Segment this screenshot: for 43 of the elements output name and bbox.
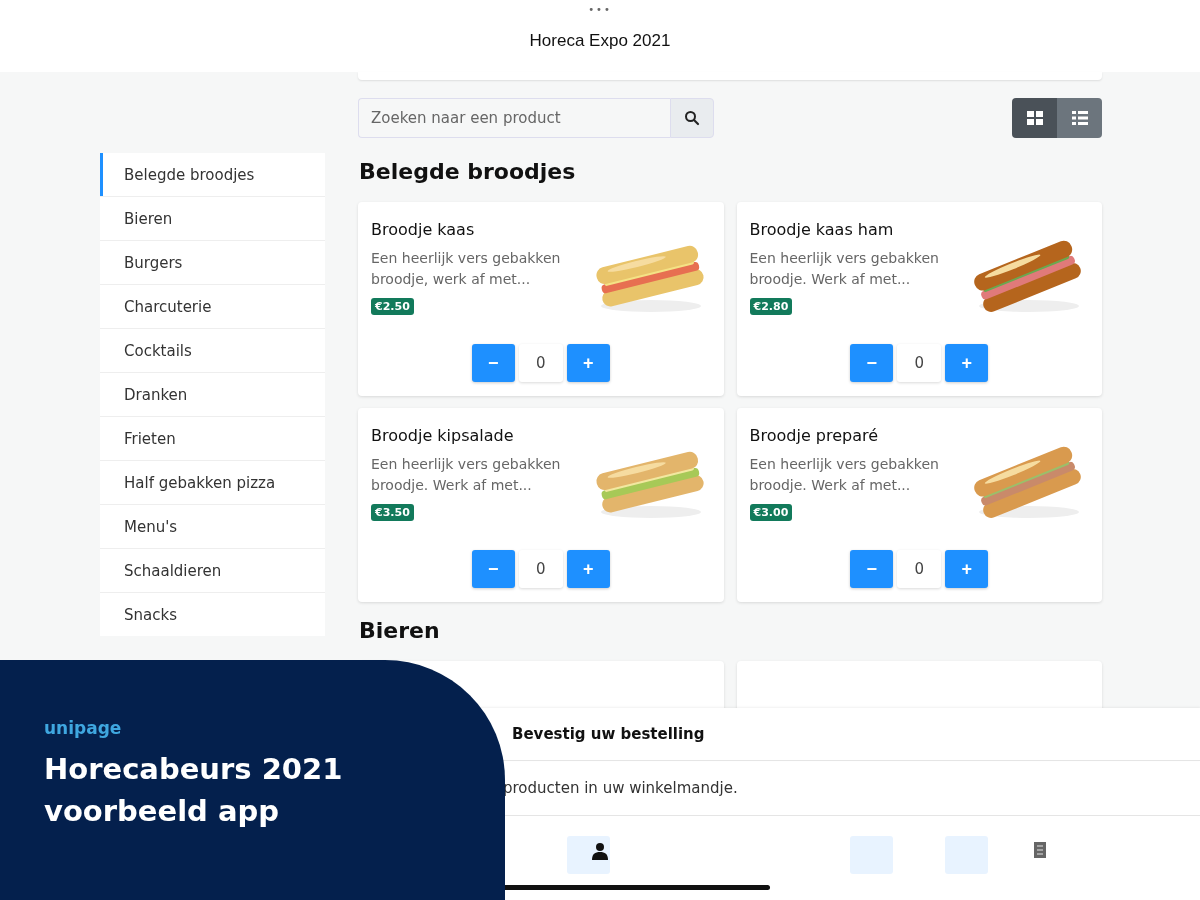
category-item[interactable]: Charcuterie <box>100 285 325 328</box>
category-item[interactable]: Bieren <box>100 197 325 240</box>
product-name: Broodje kipsalade <box>371 426 514 445</box>
category-item[interactable]: Half gebakken pizza <box>100 461 325 504</box>
price-tag: €3.00 <box>749 504 793 521</box>
promo-headline: Horecabeurs 2021 voorbeeld app <box>44 751 344 830</box>
product-description: Een heerlijk vers gebakken broodje. Werk af met... <box>749 455 940 495</box>
quantity-field[interactable]: 0 <box>897 550 942 588</box>
person-icon[interactable] <box>592 842 608 860</box>
sheet-title: Bevestig uw bestelling <box>512 725 705 743</box>
product-name: Broodje kaas <box>371 220 475 239</box>
product-description: Een heerlijk vers gebakken broodje, werk af met... <box>371 249 562 289</box>
category-item[interactable]: Burgers <box>100 241 325 284</box>
list-icon <box>1071 111 1088 125</box>
price-tag: €2.50 <box>371 298 414 315</box>
category-item[interactable]: Cocktails <box>100 329 325 372</box>
price-tag: €3.50 <box>371 504 414 521</box>
category-item[interactable]: Belegde broodjes <box>100 153 325 196</box>
search-field[interactable]: Zoeken naar een product <box>358 98 670 138</box>
section-heading: Belegde broodjes <box>359 159 577 184</box>
category-item[interactable]: Dranken <box>100 373 325 416</box>
grid-view-button[interactable] <box>1012 98 1057 138</box>
brand-logo: unipage <box>44 718 122 738</box>
category-item[interactable]: Schaaldieren <box>100 549 325 592</box>
list-view-button[interactable] <box>1057 98 1102 138</box>
product-description: Een heerlijk vers gebakken broodje. Werk af met... <box>749 249 940 289</box>
cart-message: producten in uw winkelmandje. <box>503 779 738 797</box>
category-item[interactable]: Menu's <box>100 505 325 548</box>
category-item[interactable]: Snacks <box>100 593 325 636</box>
section-heading: Bieren <box>359 618 441 643</box>
product-name: Broodje kaas ham <box>749 220 894 239</box>
quantity-field[interactable]: 0 <box>518 550 563 588</box>
quantity-field[interactable]: 0 <box>518 344 563 382</box>
quantity-field[interactable]: 0 <box>897 344 942 382</box>
search-button[interactable] <box>670 98 714 138</box>
app-title: Horeca Expo 2021 <box>529 31 671 51</box>
search-icon <box>684 110 700 126</box>
price-tag: €2.80 <box>749 298 793 315</box>
grid-icon <box>1026 111 1043 125</box>
more-dots[interactable]: ••• <box>588 4 612 15</box>
product-description: Een heerlijk vers gebakken broodje. Werk af met... <box>371 455 562 495</box>
product-name: Broodje preparé <box>749 426 879 445</box>
category-item[interactable]: Frieten <box>100 417 325 460</box>
